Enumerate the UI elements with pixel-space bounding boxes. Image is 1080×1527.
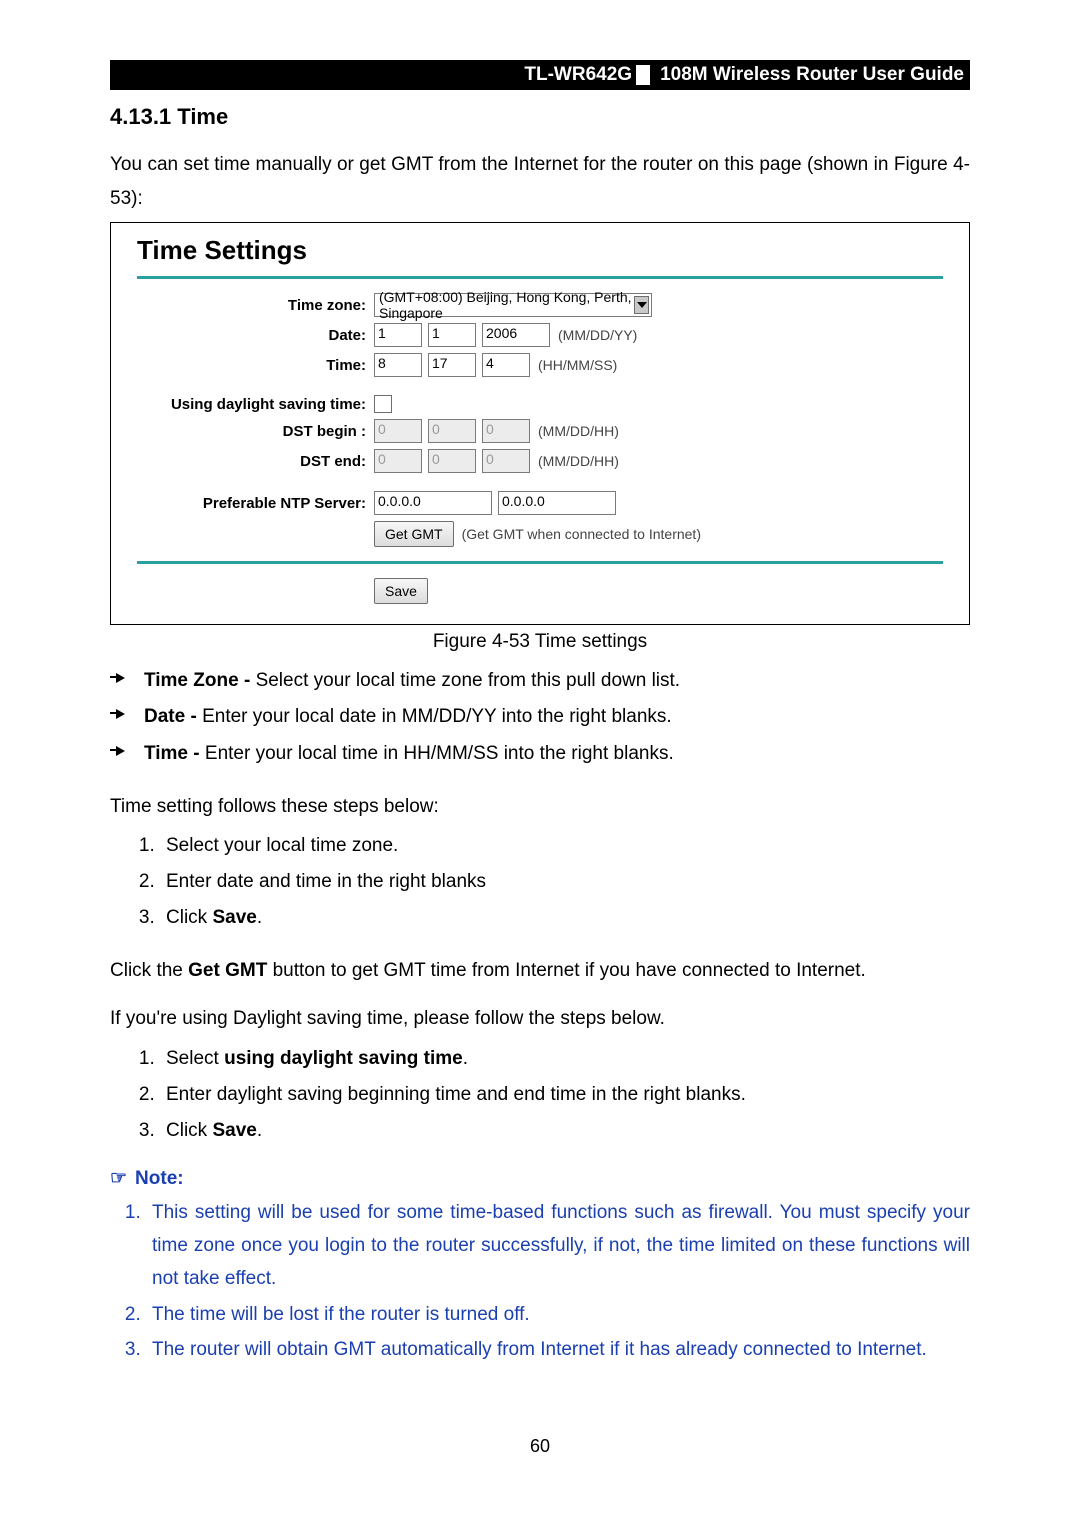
- label-time: Time:: [131, 357, 374, 374]
- pointing-hand-icon: ☞: [110, 1168, 127, 1189]
- label-dst-begin: DST begin :: [131, 423, 374, 440]
- feature-list: Time Zone - Select your local time zone …: [110, 663, 970, 771]
- dste-dd-input[interactable]: 0: [428, 449, 476, 473]
- dstb-hh-input[interactable]: 0: [482, 419, 530, 443]
- chevron-down-icon: [634, 296, 649, 314]
- dste-hint: (MM/DD/HH): [538, 453, 619, 469]
- ntp1-input[interactable]: 0.0.0.0: [374, 491, 492, 515]
- list-item: Enter daylight saving beginning time and…: [160, 1077, 970, 1113]
- guide-title: 108M Wireless Router User Guide: [660, 64, 964, 86]
- label-ntp: Preferable NTP Server:: [131, 495, 374, 512]
- doc-header: TL-WR642G 108M Wireless Router User Guid…: [110, 60, 970, 90]
- list-item: Enter date and time in the right blanks: [160, 864, 970, 900]
- dstb-mm-input[interactable]: 0: [374, 419, 422, 443]
- time-hh-input[interactable]: 8: [374, 353, 422, 377]
- panel-title: Time Settings: [137, 235, 949, 266]
- date-yy-input[interactable]: 2006: [482, 323, 550, 347]
- date-hint: (MM/DD/YY): [558, 327, 637, 343]
- save-button[interactable]: Save: [374, 578, 428, 604]
- figure-caption: Figure 4-53 Time settings: [110, 631, 970, 653]
- list-item: Click Save.: [160, 900, 970, 936]
- note-heading: ☞Note:: [110, 1167, 970, 1190]
- time-mm-input[interactable]: 17: [428, 353, 476, 377]
- list-item: The router will obtain GMT automatically…: [146, 1333, 970, 1366]
- get-gmt-hint: (Get GMT when connected to Internet): [462, 526, 701, 542]
- time-hint: (HH/MM/SS): [538, 357, 617, 373]
- list-item: Date - Enter your local date in MM/DD/YY…: [110, 699, 970, 735]
- intro-text: You can set time manually or get GMT fro…: [110, 148, 970, 216]
- list-item: This setting will be used for some time-…: [146, 1196, 970, 1296]
- list-item: The time will be lost if the router is t…: [146, 1298, 970, 1331]
- date-mm-input[interactable]: 1: [374, 323, 422, 347]
- timezone-value: (GMT+08:00) Beijing, Hong Kong, Perth, S…: [379, 289, 634, 321]
- use-dst-checkbox[interactable]: [374, 395, 392, 413]
- list-item: Time Zone - Select your local time zone …: [110, 663, 970, 699]
- steps-intro: Time setting follows these steps below:: [110, 790, 970, 824]
- get-gmt-button[interactable]: Get GMT: [374, 521, 454, 547]
- dstb-hint: (MM/DD/HH): [538, 423, 619, 439]
- list-item: Select using daylight saving time.: [160, 1041, 970, 1077]
- list-item: Select your local time zone.: [160, 828, 970, 864]
- label-date: Date:: [131, 327, 374, 344]
- dstb-dd-input[interactable]: 0: [428, 419, 476, 443]
- steps-list: Select your local time zone. Enter date …: [110, 828, 970, 936]
- dst-steps-list: Select using daylight saving time. Enter…: [110, 1041, 970, 1149]
- list-item: Click Save.: [160, 1113, 970, 1149]
- label-dst-end: DST end:: [131, 453, 374, 470]
- timezone-select[interactable]: (GMT+08:00) Beijing, Hong Kong, Perth, S…: [374, 293, 652, 317]
- time-settings-screenshot: Time Settings Time zone: (GMT+08:00) Bei…: [110, 222, 970, 625]
- page-number: 60: [110, 1436, 970, 1457]
- model-label: TL-WR642G: [524, 64, 632, 86]
- divider: [137, 561, 943, 564]
- label-timezone: Time zone:: [131, 297, 374, 314]
- divider: [137, 276, 943, 279]
- list-item: Time - Enter your local time in HH/MM/SS…: [110, 736, 970, 772]
- time-ss-input[interactable]: 4: [482, 353, 530, 377]
- label-use-dst: Using daylight saving time:: [131, 396, 374, 413]
- section-heading: 4.13.1 Time: [110, 104, 970, 130]
- ntp2-input[interactable]: 0.0.0.0: [498, 491, 616, 515]
- gmt-para: Click the Get GMT button to get GMT time…: [110, 954, 970, 988]
- dst-intro: If you're using Daylight saving time, pl…: [110, 1002, 970, 1036]
- date-dd-input[interactable]: 1: [428, 323, 476, 347]
- notes-list: This setting will be used for some time-…: [110, 1196, 970, 1366]
- dste-hh-input[interactable]: 0: [482, 449, 530, 473]
- dste-mm-input[interactable]: 0: [374, 449, 422, 473]
